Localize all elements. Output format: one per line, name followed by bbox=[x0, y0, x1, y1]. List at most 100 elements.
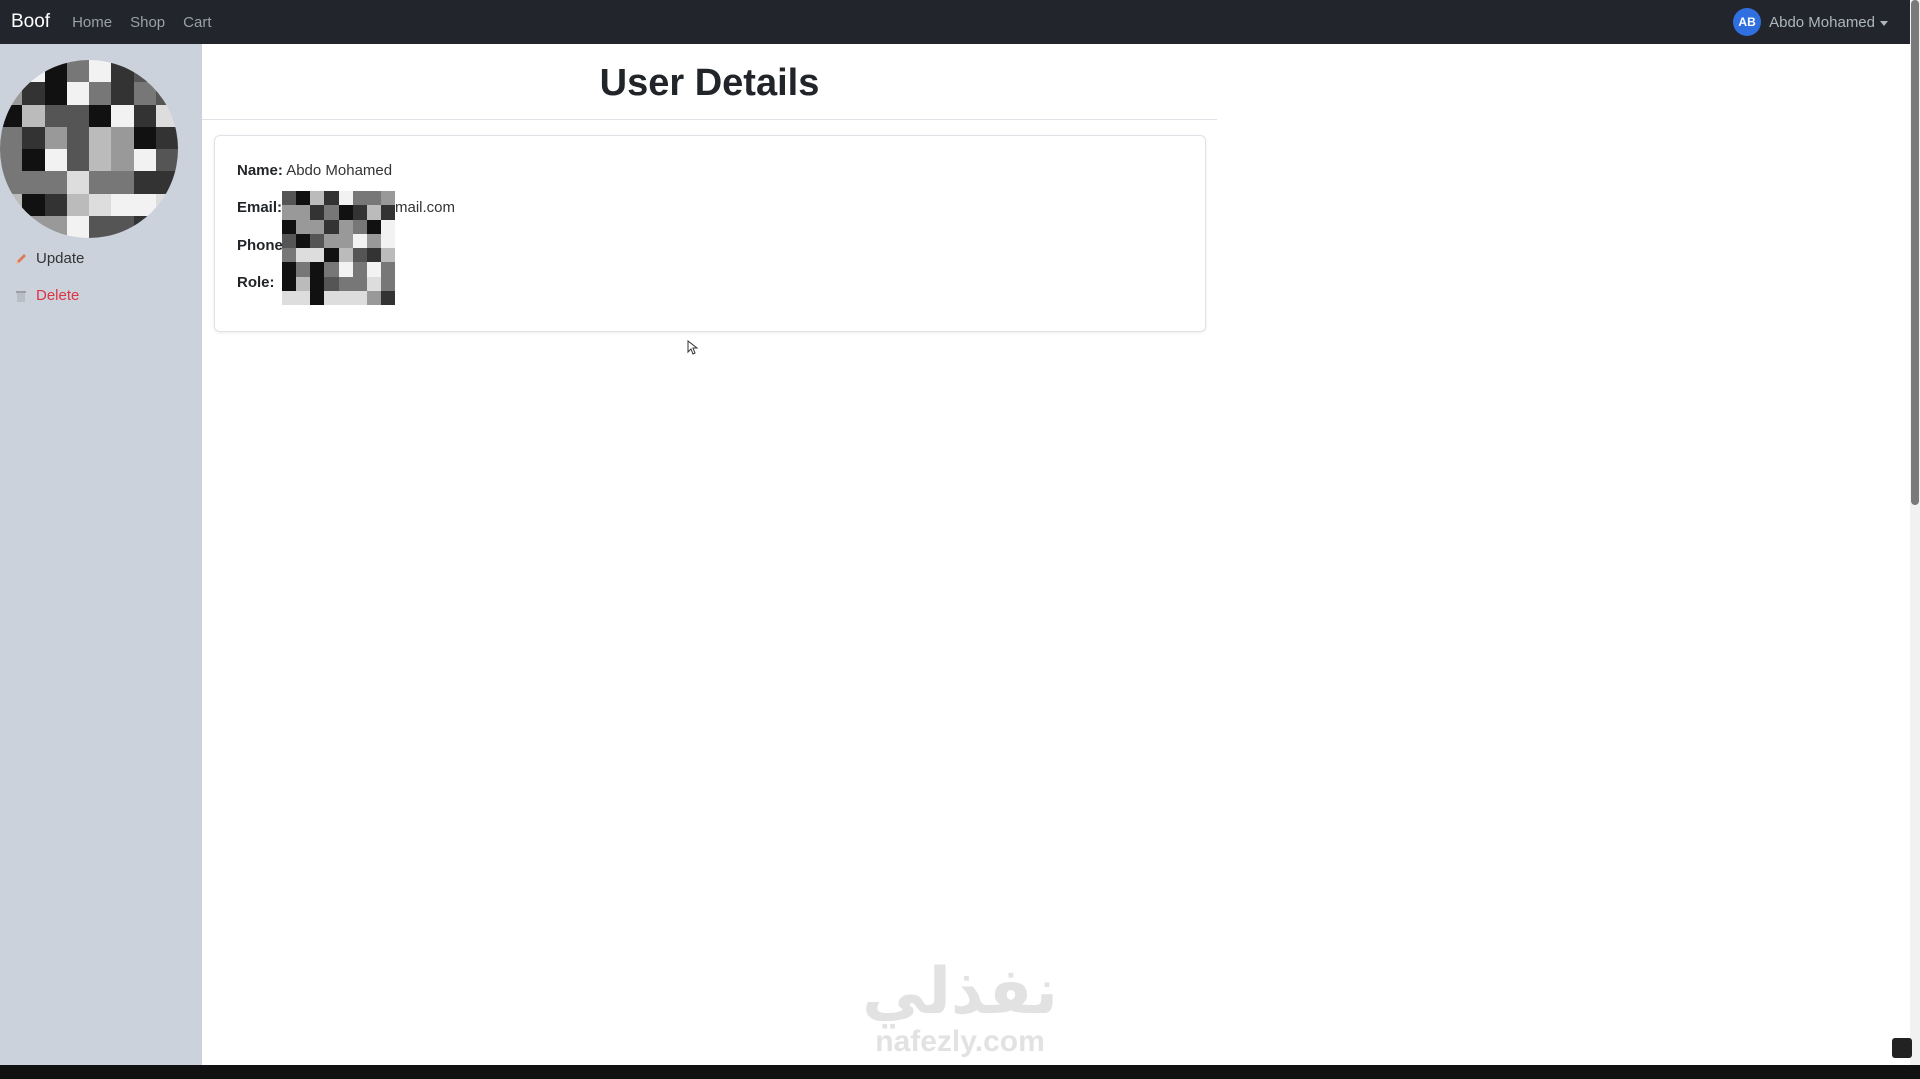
watermark-arabic: نفذلي bbox=[862, 955, 1058, 1029]
mosaic-cell bbox=[133, 60, 156, 83]
mosaic-cell bbox=[0, 126, 23, 149]
mosaic-cell bbox=[338, 233, 353, 248]
role-label: Role: bbox=[237, 274, 275, 291]
mosaic-cell bbox=[338, 248, 353, 263]
mosaic-cell bbox=[89, 215, 112, 238]
email-row: Email: bbox=[237, 199, 282, 216]
mosaic-cell bbox=[111, 215, 134, 238]
trash-icon bbox=[14, 289, 28, 303]
corner-icon[interactable] bbox=[1892, 1038, 1912, 1058]
mosaic-cell bbox=[133, 149, 156, 172]
mosaic-cell bbox=[22, 126, 45, 149]
mosaic-cell bbox=[44, 171, 67, 194]
mosaic-cell bbox=[22, 149, 45, 172]
mosaic-cell bbox=[310, 276, 325, 291]
mosaic-cell bbox=[352, 219, 367, 234]
mosaic-cell bbox=[338, 219, 353, 234]
mosaic-cell bbox=[366, 276, 381, 291]
mosaic-cell bbox=[296, 233, 311, 248]
mosaic-cell bbox=[324, 262, 339, 277]
mosaic-cell bbox=[366, 205, 381, 220]
mosaic-cell bbox=[338, 262, 353, 277]
mosaic-cell bbox=[296, 262, 311, 277]
mosaic-cell bbox=[282, 290, 297, 305]
mosaic-cell bbox=[296, 205, 311, 220]
mosaic-cell bbox=[89, 126, 112, 149]
mosaic-cell bbox=[380, 276, 395, 291]
redacted-pixelation bbox=[282, 191, 395, 305]
mosaic-cell bbox=[352, 262, 367, 277]
page-title: User Details bbox=[599, 62, 820, 104]
mosaic-cell bbox=[310, 191, 325, 206]
mosaic-cell bbox=[296, 276, 311, 291]
mosaic-cell bbox=[352, 191, 367, 206]
delete-button[interactable]: Delete bbox=[14, 287, 79, 304]
mosaic-cell bbox=[352, 290, 367, 305]
brand-logo[interactable]: Boof bbox=[11, 11, 50, 33]
mosaic-cell bbox=[89, 149, 112, 172]
mosaic-cell bbox=[44, 60, 67, 83]
mosaic-cell bbox=[66, 126, 89, 149]
mosaic-cell bbox=[22, 171, 45, 194]
update-button[interactable]: Update bbox=[14, 250, 84, 267]
delete-label: Delete bbox=[36, 287, 80, 304]
profile-photo bbox=[0, 60, 178, 238]
mosaic-cell bbox=[366, 262, 381, 277]
user-dropdown[interactable]: AB Abdo Mohamed bbox=[1733, 8, 1888, 36]
watermark: نفذلي nafezly.com bbox=[840, 960, 1080, 1058]
mosaic-cell bbox=[380, 219, 395, 234]
mosaic-cell bbox=[66, 82, 89, 105]
role-row: Role: bbox=[237, 274, 275, 291]
nav-link-cart[interactable]: Cart bbox=[183, 14, 211, 31]
nav-link-shop[interactable]: Shop bbox=[130, 14, 165, 31]
mosaic-cell bbox=[155, 82, 178, 105]
mosaic-cell bbox=[155, 171, 178, 194]
mosaic-cell bbox=[366, 191, 381, 206]
mosaic-cell bbox=[155, 193, 178, 216]
mosaic-cell bbox=[310, 233, 325, 248]
mosaic-cell bbox=[324, 290, 339, 305]
mosaic-cell bbox=[324, 205, 339, 220]
mosaic-cell bbox=[111, 82, 134, 105]
mosaic-cell bbox=[0, 215, 23, 238]
mosaic-cell bbox=[282, 248, 297, 263]
name-value: Abdo Mohamed bbox=[286, 162, 393, 179]
mosaic-cell bbox=[44, 104, 67, 127]
mosaic-cell bbox=[22, 215, 45, 238]
mosaic-cell bbox=[89, 82, 112, 105]
user-name: Abdo Mohamed bbox=[1769, 13, 1875, 31]
mosaic-cell bbox=[324, 248, 339, 263]
mosaic-cell bbox=[133, 171, 156, 194]
watermark-latin: nafezly.com bbox=[875, 1025, 1045, 1058]
mosaic-cell bbox=[352, 248, 367, 263]
mosaic-cell bbox=[89, 193, 112, 216]
mosaic-cell bbox=[282, 233, 297, 248]
mosaic-cell bbox=[324, 276, 339, 291]
mosaic-cell bbox=[0, 60, 23, 83]
mosaic-cell bbox=[89, 60, 112, 83]
nav-link-home[interactable]: Home bbox=[72, 14, 112, 31]
mosaic-cell bbox=[296, 191, 311, 206]
mosaic-cell bbox=[66, 60, 89, 83]
bottom-bar bbox=[0, 1065, 1920, 1079]
mosaic-cell bbox=[44, 193, 67, 216]
mosaic-cell bbox=[338, 205, 353, 220]
pencil-icon bbox=[14, 252, 28, 266]
mosaic-cell bbox=[380, 191, 395, 206]
mosaic-cell bbox=[0, 82, 23, 105]
mosaic-cell bbox=[380, 248, 395, 263]
mosaic-cell bbox=[296, 219, 311, 234]
mosaic-cell bbox=[133, 193, 156, 216]
mosaic-cell bbox=[282, 276, 297, 291]
mosaic-cell bbox=[22, 60, 45, 83]
mosaic-cell bbox=[352, 233, 367, 248]
mosaic-cell bbox=[338, 290, 353, 305]
mosaic-cell bbox=[380, 290, 395, 305]
mosaic-cell bbox=[133, 104, 156, 127]
scrollbar-thumb[interactable] bbox=[1911, 0, 1919, 505]
phone-row: Phone bbox=[237, 237, 283, 254]
mosaic-cell bbox=[282, 205, 297, 220]
mosaic-cell bbox=[111, 126, 134, 149]
mosaic-cell bbox=[282, 262, 297, 277]
vertical-scrollbar[interactable] bbox=[1910, 0, 1920, 1065]
